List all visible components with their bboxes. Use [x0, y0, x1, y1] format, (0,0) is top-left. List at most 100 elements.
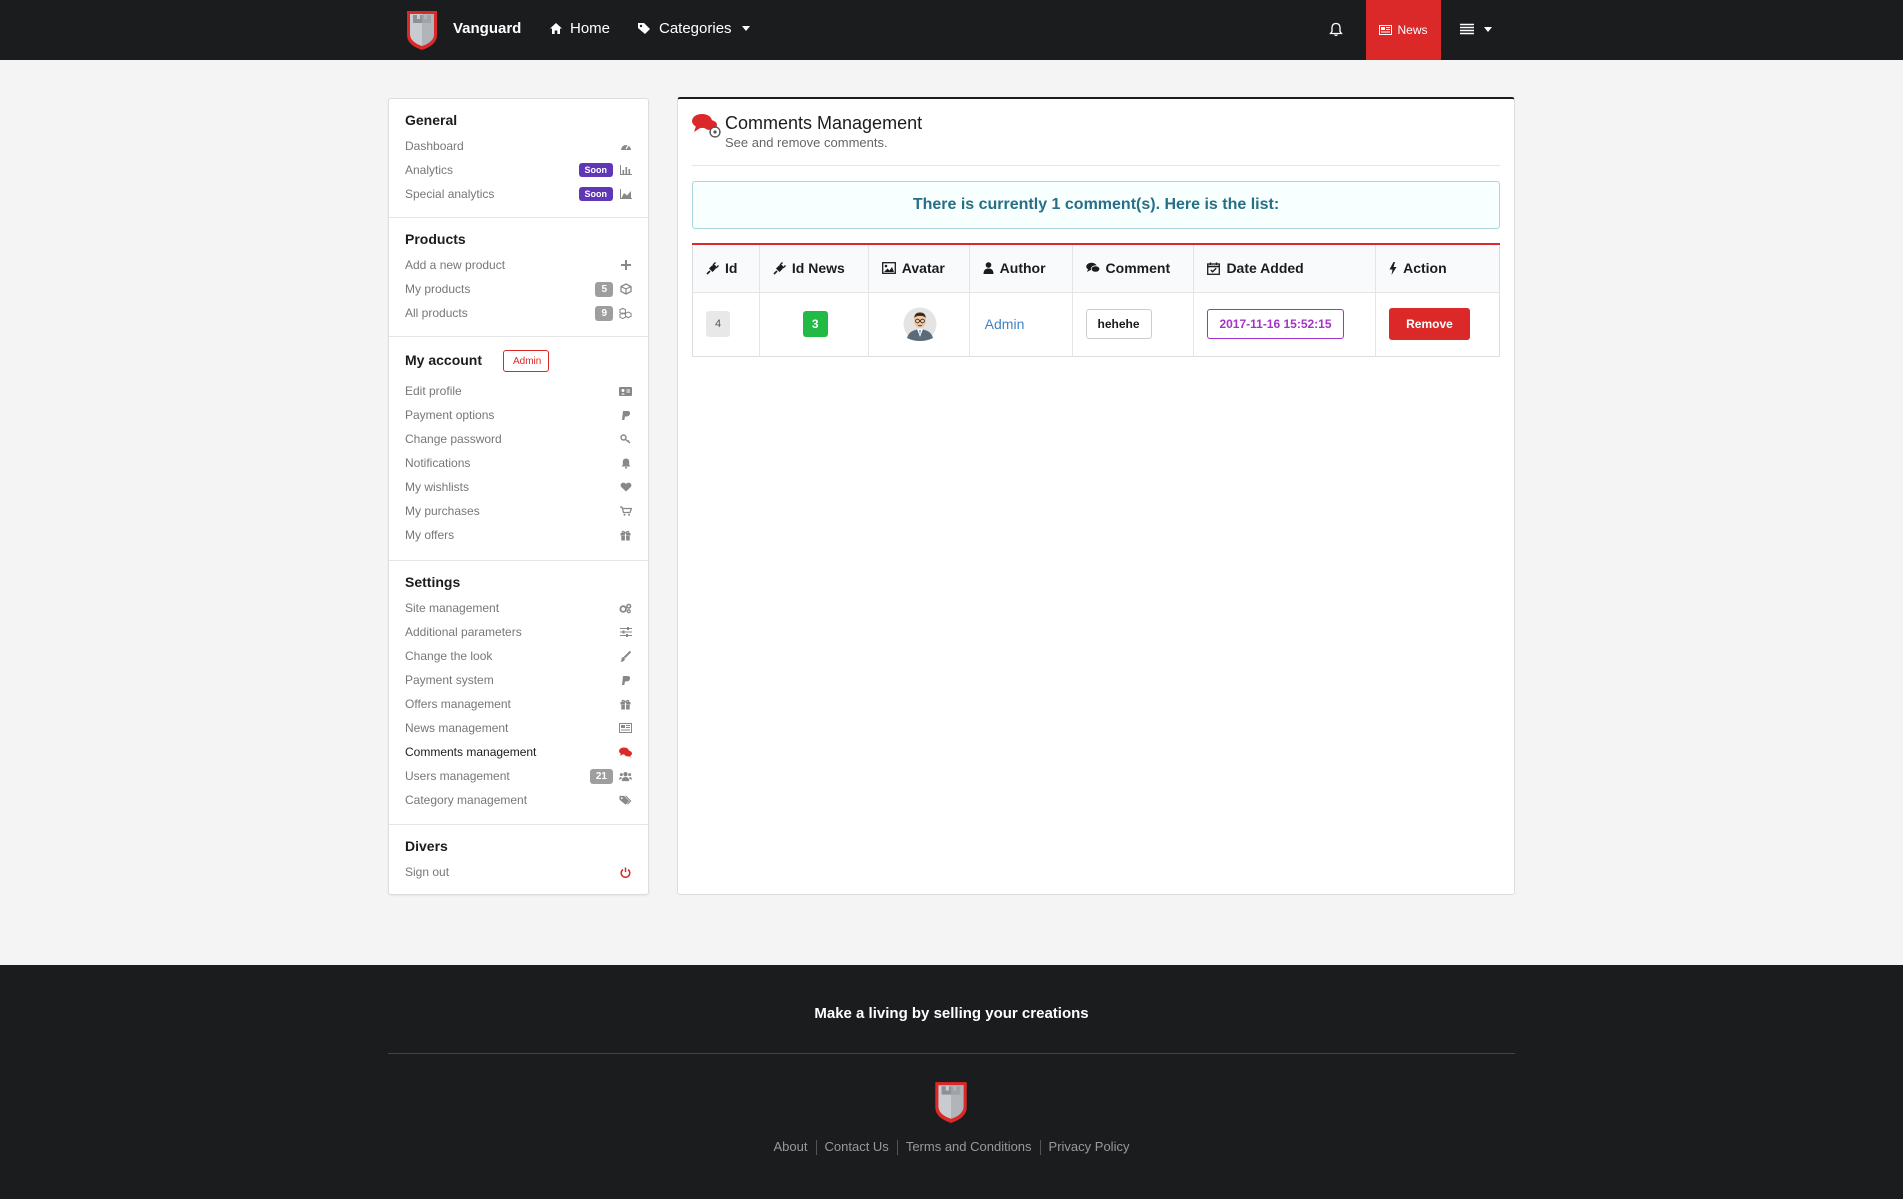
- comments-header-icon: [692, 113, 722, 139]
- nav-categories-dropdown[interactable]: Categories: [637, 20, 750, 37]
- page-subtitle: See and remove comments.: [725, 135, 888, 150]
- count-badge: 5: [595, 281, 613, 297]
- sidebar-item-my-offers[interactable]: My offers: [405, 525, 632, 545]
- sidebar-item-label: My offers: [405, 528, 455, 542]
- footer-link-privacy[interactable]: Privacy Policy: [1041, 1139, 1138, 1155]
- admin-role-label: Admin: [503, 350, 550, 372]
- sidebar-item-comments-management[interactable]: Comments management: [405, 742, 632, 762]
- sidebar-item-change-look[interactable]: Change the look: [405, 646, 632, 666]
- plug-icon: [773, 261, 786, 275]
- settings-icon: [619, 602, 632, 615]
- comments-table: Id Id News Avatar Author Comment Date Ad…: [692, 243, 1500, 357]
- vanguard-logo-icon[interactable]: [405, 9, 439, 51]
- sidebar-item-label: My purchases: [405, 504, 480, 518]
- nav-home[interactable]: Home: [549, 20, 610, 37]
- column-header-date-added[interactable]: Date Added: [1193, 244, 1377, 293]
- cubes-icon: [619, 307, 632, 320]
- sidebar-item-additional-parameters[interactable]: Additional parameters: [405, 622, 632, 642]
- sidebar-item-change-password[interactable]: Change password: [405, 429, 632, 449]
- author-link[interactable]: Admin: [985, 316, 1025, 332]
- table-header-row: Id Id News Avatar Author Comment Date Ad…: [692, 244, 1500, 293]
- sidebar-item-special-analytics[interactable]: Special analytics Soon: [405, 184, 632, 204]
- sidebar-item-dashboard[interactable]: Dashboard: [405, 136, 632, 156]
- column-header-label: Date Added: [1226, 260, 1304, 277]
- table-row: 4 3 Admin hehehe 2017-11-16 15:52:15 Rem…: [692, 292, 1500, 356]
- column-header-avatar[interactable]: Avatar: [868, 244, 970, 293]
- sidebar-item-payment-system[interactable]: Payment system: [405, 670, 632, 690]
- sidebar-item-label: Change password: [405, 432, 502, 446]
- bell-icon[interactable]: [1329, 22, 1343, 37]
- lightning-icon: [1389, 261, 1397, 275]
- sidebar-item-sign-out[interactable]: Sign out: [405, 862, 632, 882]
- users-icon: [619, 770, 632, 783]
- home-icon: [549, 22, 563, 35]
- nav-categories-label: Categories: [659, 20, 732, 37]
- sidebar-item-label: Additional parameters: [405, 625, 522, 639]
- column-header-action[interactable]: Action: [1375, 244, 1500, 293]
- sidebar-item-payment-options[interactable]: Payment options: [405, 405, 632, 425]
- date-added-label: 2017-11-16 15:52:15: [1207, 309, 1344, 339]
- paypal-icon: [619, 409, 632, 422]
- news-button[interactable]: News: [1366, 0, 1441, 60]
- sidebar-item-my-purchases[interactable]: My purchases: [405, 501, 632, 521]
- sidebar-item-label: Dashboard: [405, 139, 464, 153]
- sidebar-item-label: Category management: [405, 793, 528, 807]
- brand-name[interactable]: Vanguard: [453, 20, 521, 37]
- comment-text: hehehe: [1085, 309, 1152, 339]
- footer-link-terms[interactable]: Terms and Conditions: [898, 1139, 1040, 1155]
- news-id-badge[interactable]: 3: [802, 311, 828, 337]
- caret-down-icon: [741, 26, 750, 31]
- avatar: [903, 307, 937, 341]
- newspaper-icon: [1379, 25, 1393, 35]
- sidebar-item-all-products[interactable]: All products 9: [405, 303, 632, 323]
- sidebar-item-label: Special analytics: [405, 187, 495, 201]
- sidebar-item-category-management[interactable]: Category management: [405, 790, 632, 810]
- soon-badge: Soon: [578, 163, 613, 177]
- sidebar-item-label: Offers management: [405, 697, 511, 711]
- footer-tagline: Make a living by selling your creations: [814, 1005, 1089, 1022]
- comments-icon: [1085, 262, 1100, 274]
- column-header-author[interactable]: Author: [969, 244, 1073, 293]
- sidebar-item-users-management[interactable]: Users management 21: [405, 766, 632, 786]
- sidebar-item-label: Users management: [405, 769, 510, 783]
- comments-icon: [619, 746, 632, 759]
- sidebar-item-label: Notifications: [405, 456, 471, 470]
- sidebar-section-settings: Settings: [405, 574, 461, 590]
- tags-icon: [637, 22, 652, 36]
- paint-brush-icon: [619, 650, 632, 663]
- sidebar-item-my-products[interactable]: My products 5: [405, 279, 632, 299]
- sidebar-item-my-wishlists[interactable]: My wishlists: [405, 477, 632, 497]
- comment-id: 4: [706, 311, 731, 337]
- sidebar-item-offers-management[interactable]: Offers management: [405, 694, 632, 714]
- column-header-id-news[interactable]: Id News: [759, 244, 869, 293]
- column-header-label: Action: [1403, 260, 1447, 277]
- column-header-id[interactable]: Id: [692, 244, 760, 293]
- column-header-comment[interactable]: Comment: [1072, 244, 1195, 293]
- footer-link-contact[interactable]: Contact Us: [817, 1139, 897, 1155]
- sidebar-item-label: Site management: [405, 601, 500, 615]
- sidebar-section-general: General: [405, 112, 458, 128]
- soon-badge: Soon: [578, 187, 613, 201]
- sidebar-item-edit-profile[interactable]: Edit profile: [405, 381, 632, 401]
- footer-link-about[interactable]: About: [766, 1139, 816, 1155]
- sidebar-item-label: Change the look: [405, 649, 493, 663]
- column-header-label: Id News: [791, 260, 845, 277]
- bell-icon: [619, 457, 632, 470]
- vanguard-logo-icon[interactable]: [933, 1080, 969, 1124]
- paypal-icon: [619, 674, 632, 687]
- sidebar-item-label: My products: [405, 282, 471, 296]
- sidebar-item-label: Payment system: [405, 673, 494, 687]
- page-title: Comments Management: [725, 113, 923, 133]
- nav-home-label: Home: [570, 20, 611, 37]
- sidebar-item-label: My wishlists: [405, 480, 470, 494]
- account-menu-dropdown[interactable]: [1460, 23, 1492, 35]
- sidebar-item-site-management[interactable]: Site management: [405, 598, 632, 618]
- column-header-label: Comment: [1105, 260, 1171, 277]
- tags-icon: [619, 794, 632, 807]
- sidebar-item-analytics[interactable]: Analytics Soon: [405, 160, 632, 180]
- sidebar-item-notifications[interactable]: Notifications: [405, 453, 632, 473]
- sidebar-item-news-management[interactable]: News management: [405, 718, 632, 738]
- sidebar-item-label: All products: [405, 306, 468, 320]
- remove-button[interactable]: Remove: [1389, 308, 1470, 340]
- sidebar-item-add-product[interactable]: Add a new product: [405, 255, 632, 275]
